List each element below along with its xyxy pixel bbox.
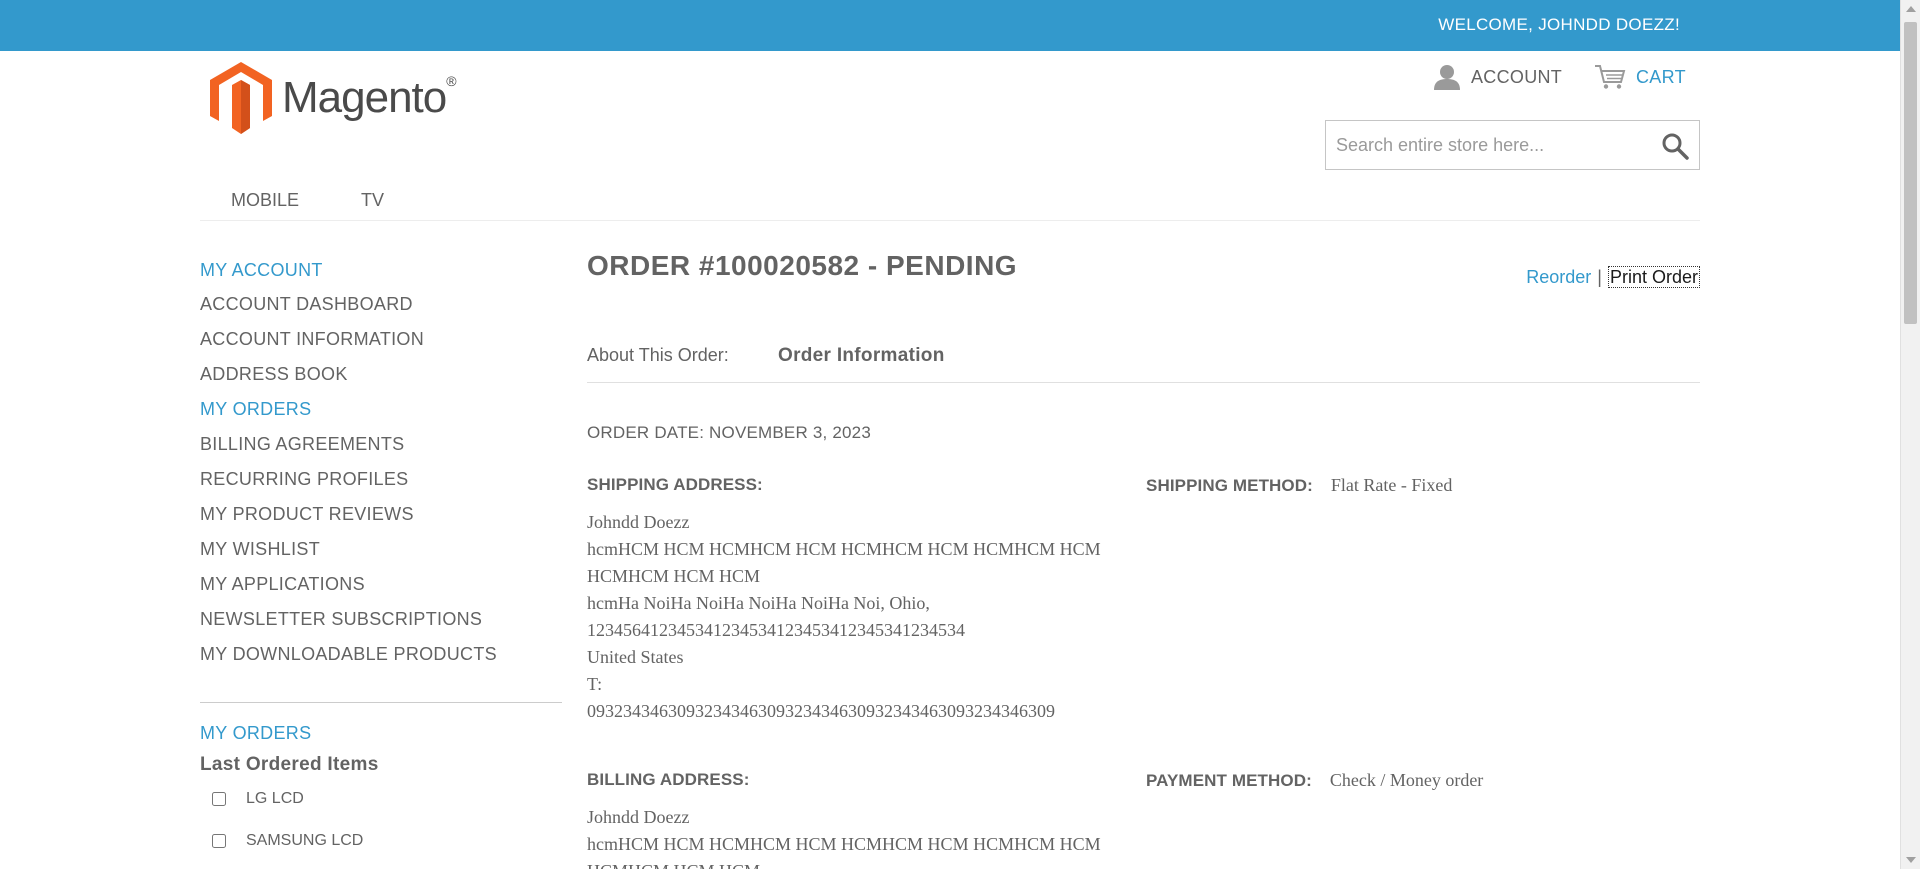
sidebar-item-recurring-profiles[interactable]: RECURRING PROFILES (200, 462, 562, 497)
logo-wordmark: Magento® (282, 73, 457, 122)
sidebar-nav: ACCOUNT DASHBOARD ACCOUNT INFORMATION AD… (200, 287, 562, 672)
main-nav: MOBILE TV (200, 188, 1700, 221)
my-orders-block-title[interactable]: MY ORDERS (200, 723, 562, 744)
search-box (1325, 120, 1700, 170)
sidebar-item-billing-agreements[interactable]: BILLING AGREEMENTS (200, 427, 562, 462)
address-line: Johndd Doezz (587, 807, 690, 827)
account-sidebar: MY ACCOUNT ACCOUNT DASHBOARD ACCOUNT INF… (200, 260, 562, 860)
account-link[interactable]: ACCOUNT (1433, 64, 1562, 90)
billing-address: Johndd Doezz hcmHCM HCM HCMHCM HCM HCMHC… (587, 804, 1122, 869)
sidebar-item-my-wishlist[interactable]: MY WISHLIST (200, 532, 562, 567)
cart-label: CART (1636, 66, 1686, 87)
about-order-label: About This Order: (587, 345, 729, 365)
payment-method-value: Check / Money order (1329, 770, 1484, 790)
sidebar-item-address-book[interactable]: ADDRESS BOOK (200, 357, 562, 392)
last-ordered-items-title: Last Ordered Items (200, 754, 379, 775)
reorder-link[interactable]: Reorder (1526, 267, 1591, 287)
page-scrollbar[interactable] (1900, 0, 1920, 869)
sidebar-item-my-downloadable-products[interactable]: MY DOWNLOADABLE PRODUCTS (200, 637, 562, 672)
last-ordered-item: LG LCD (200, 780, 562, 818)
sidebar-item-my-orders[interactable]: MY ORDERS (200, 392, 562, 427)
search-icon[interactable] (1661, 132, 1689, 160)
address-line: 1234564123453412345341234534123453412345… (587, 620, 965, 640)
sidebar-item-account-information[interactable]: ACCOUNT INFORMATION (200, 322, 562, 357)
user-icon (1434, 65, 1460, 90)
sidebar-title: MY ACCOUNT (200, 260, 323, 280)
order-view: ORDER #100020582 - PENDING Reorder | Print… (587, 250, 1700, 869)
cart-icon (1595, 65, 1626, 89)
last-ordered-item-checkbox[interactable] (212, 792, 226, 806)
scroll-thumb[interactable] (1904, 22, 1917, 324)
shipping-method-value: Flat Rate - Fixed (1330, 475, 1453, 495)
cart-link[interactable]: CART (1594, 64, 1686, 90)
billing-address-label: BILLING ADDRESS: (587, 770, 750, 789)
welcome-message: WELCOME, JOHNDD DOEZZ! (1438, 15, 1680, 34)
store-logo[interactable]: Magento® (210, 62, 457, 134)
last-ordered-item-name[interactable]: LG LCD (246, 790, 304, 808)
shipping-address-block: SHIPPING ADDRESS: Johndd Doezz hcmHCM HC… (587, 475, 1122, 725)
print-order-link[interactable]: Print Order (1607, 266, 1700, 288)
scroll-up-arrow-icon[interactable] (1906, 6, 1916, 12)
last-ordered-item-name[interactable]: SAMSUNG LCD (246, 832, 363, 850)
nav-item-mobile[interactable]: MOBILE (231, 190, 299, 211)
sidebar-item-my-product-reviews[interactable]: MY PRODUCT REVIEWS (200, 497, 562, 532)
shipping-method-label: SHIPPING METHOD: (1146, 476, 1313, 495)
sidebar-item-account-dashboard[interactable]: ACCOUNT DASHBOARD (200, 287, 562, 322)
shipping-method-block: SHIPPING METHOD: Flat Rate - Fixed (1146, 475, 1452, 496)
address-line: hcmHa NoiHa NoiHa NoiHa NoiHa Noi, Ohio, (587, 593, 930, 613)
address-line: HCMHCM HCM HCM (587, 858, 1122, 869)
address-line: T: (587, 674, 603, 694)
sidebar-item-my-applications[interactable]: MY APPLICATIONS (200, 567, 562, 602)
last-ordered-item: SAMSUNG LCD (200, 822, 562, 860)
address-line: United States (587, 647, 684, 667)
search-input[interactable] (1326, 121, 1646, 169)
top-bar: WELCOME, JOHNDD DOEZZ! (0, 0, 1900, 51)
order-actions: Reorder | Print Order (1526, 266, 1700, 288)
payment-method-block: PAYMENT METHOD: Check / Money order (1146, 770, 1483, 791)
tab-order-information[interactable]: Order Information (778, 345, 945, 367)
address-line: hcmHCM HCM HCMHCM HCM HCMHCM HCM HCMHCM … (587, 834, 1101, 854)
action-separator: | (1597, 267, 1602, 287)
account-label: ACCOUNT (1471, 66, 1563, 87)
sidebar-item-newsletter-subscriptions[interactable]: NEWSLETTER SUBSCRIPTIONS (200, 602, 562, 637)
order-date: ORDER DATE: NOVEMBER 3, 2023 (587, 423, 871, 442)
address-line: 0932343463093234346309323434630932343463… (587, 701, 1055, 721)
sidebar-divider (200, 702, 562, 703)
billing-address-block: BILLING ADDRESS: Johndd Doezz hcmHCM HCM… (587, 770, 1122, 869)
shipping-address-label: SHIPPING ADDRESS: (587, 475, 763, 494)
scroll-down-arrow-icon[interactable] (1906, 857, 1916, 863)
shipping-address: Johndd Doezz hcmHCM HCM HCMHCM HCM HCMHC… (587, 509, 1122, 725)
address-line: HCMHCM HCM HCM (587, 566, 761, 586)
payment-method-label: PAYMENT METHOD: (1146, 771, 1312, 790)
nav-item-tv[interactable]: TV (361, 190, 384, 211)
order-tabs: About This Order: Order Information (587, 345, 1700, 383)
address-line: hcmHCM HCM HCMHCM HCM HCMHCM HCM HCMHCM … (587, 539, 1101, 559)
magento-logo-icon (210, 62, 272, 134)
address-line: Johndd Doezz (587, 512, 690, 532)
last-ordered-item-checkbox[interactable] (212, 834, 226, 848)
